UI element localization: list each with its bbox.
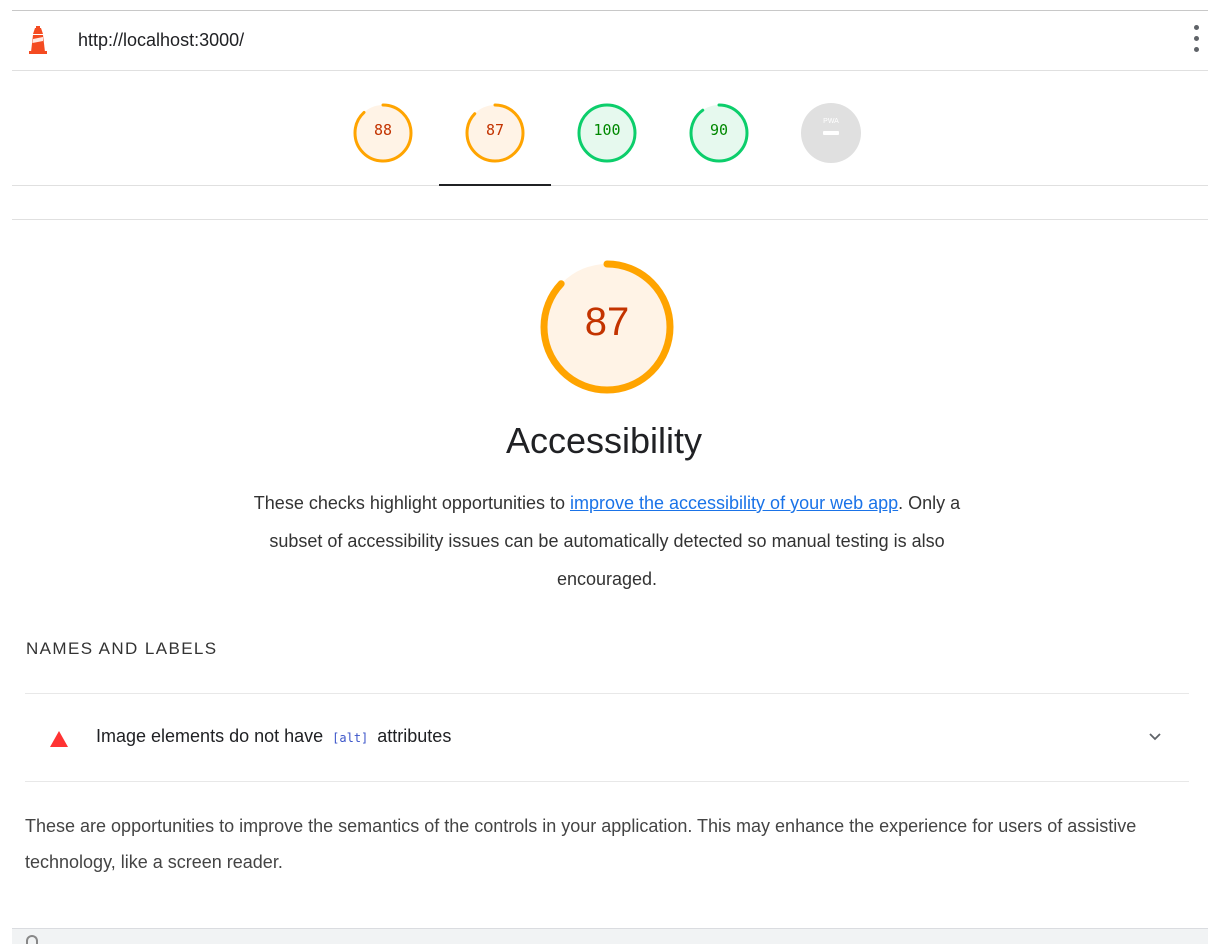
gauge-score: 87 bbox=[485, 121, 505, 139]
report-topbar: http://localhost:3000/ bbox=[12, 11, 1208, 71]
section-divider bbox=[12, 219, 1208, 220]
audit-title-text: attributes bbox=[372, 726, 452, 746]
chevron-down-icon[interactable] bbox=[1147, 728, 1163, 744]
gauge-score: 90 bbox=[709, 121, 729, 139]
gauge-score: 100 bbox=[593, 121, 621, 139]
audit-title-text: Image elements do not have bbox=[96, 726, 329, 746]
description-text: These checks highlight opportunities to bbox=[253, 493, 570, 513]
pwa-badge-icon: PWA bbox=[801, 103, 861, 163]
gauge-pwa[interactable]: PWA bbox=[775, 71, 887, 185]
fail-triangle-icon bbox=[50, 731, 68, 747]
pwa-label: PWA bbox=[823, 118, 839, 125]
collapsed-section-bar[interactable] bbox=[12, 928, 1208, 944]
gauge-performance[interactable]: 88 bbox=[327, 71, 439, 185]
gauge-accessibility[interactable]: 87 bbox=[439, 71, 551, 186]
audit-title-code: [alt] bbox=[332, 731, 369, 745]
audit-image-alt[interactable]: Image elements do not have [alt] attribu… bbox=[25, 693, 1189, 782]
accessibility-learn-more-link[interactable]: improve the accessibility of your web ap… bbox=[570, 493, 898, 513]
selected-tab-indicator bbox=[439, 184, 551, 186]
lighthouse-icon bbox=[29, 26, 47, 54]
gauge-seo[interactable]: 90 bbox=[663, 71, 775, 185]
gauge-best-practices[interactable]: 100 bbox=[551, 71, 663, 185]
audit-title: Image elements do not have [alt] attribu… bbox=[96, 726, 451, 747]
category-title: Accessibility bbox=[505, 420, 703, 461]
score-gauges: 88 87 100 90 PWA bbox=[12, 71, 1208, 186]
section-icon bbox=[26, 935, 38, 944]
gauge-score: 88 bbox=[373, 121, 393, 139]
group-title: NAMES AND LABELS bbox=[26, 639, 218, 658]
category-score: 87 bbox=[584, 300, 630, 344]
lighthouse-report: http://localhost:3000/ 88 87 100 90 PWA … bbox=[0, 0, 1208, 944]
group-description: These are opportunities to improve the s… bbox=[25, 816, 1137, 872]
category-description: These checks highlight opportunities to … bbox=[240, 484, 974, 598]
report-url[interactable]: http://localhost:3000/ bbox=[78, 30, 244, 51]
more-options-icon[interactable] bbox=[1192, 25, 1200, 57]
